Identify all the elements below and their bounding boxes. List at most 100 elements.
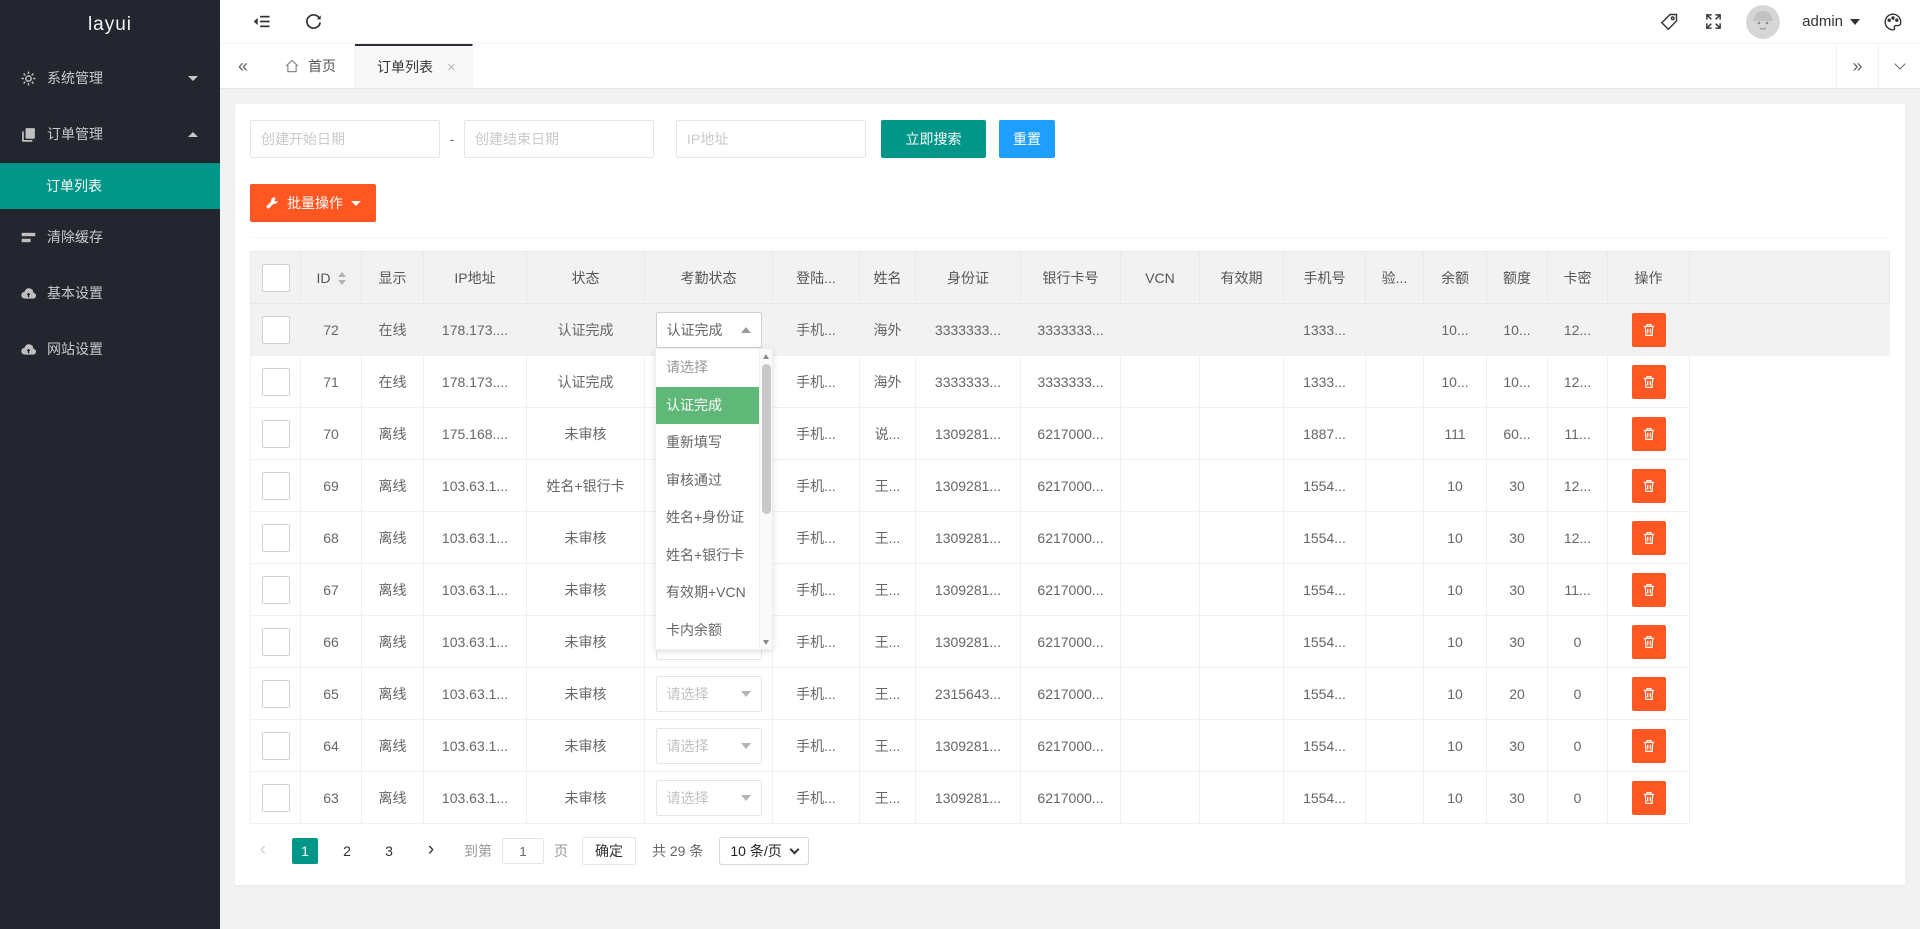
cell-quota: 30 (1487, 460, 1548, 512)
dropdown-option[interactable]: 重新填写 (656, 424, 759, 462)
cell-login: 手机... (773, 460, 860, 512)
tab-home[interactable]: 首页 (266, 44, 355, 88)
row-checkbox[interactable] (262, 524, 290, 552)
delete-button[interactable] (1632, 573, 1666, 607)
sidebar-item-site-settings[interactable]: 网站设置 (0, 321, 220, 377)
ip-address-input[interactable] (676, 120, 866, 158)
cell-name: 王... (860, 512, 916, 564)
batch-operation-button[interactable]: 批量操作 (250, 184, 376, 222)
cell-login: 手机... (773, 720, 860, 772)
row-checkbox[interactable] (262, 628, 290, 656)
pagination-page[interactable]: 2 (334, 838, 360, 864)
dropdown-scrollbar[interactable] (759, 349, 772, 649)
delete-button[interactable] (1632, 469, 1666, 503)
table-row: 66离线103.63.1...未审核请选择手机...王...1309281...… (251, 616, 1890, 668)
dropdown-option[interactable]: 有效期+VCN (656, 574, 759, 612)
reset-button[interactable]: 重置 (999, 120, 1055, 158)
search-button[interactable]: 立即搜索 (881, 120, 986, 158)
dropdown-option[interactable]: 认证完成 (656, 387, 759, 425)
attendance-select[interactable]: 请选择 (656, 728, 762, 764)
delete-button[interactable] (1632, 677, 1666, 711)
select-all-checkbox[interactable] (262, 264, 290, 292)
cell-vcn (1121, 512, 1200, 564)
row-checkbox[interactable] (262, 680, 290, 708)
tag-icon[interactable] (1658, 11, 1680, 33)
cell-bank: 6217000... (1021, 616, 1121, 668)
delete-button[interactable] (1632, 625, 1666, 659)
fullscreen-icon[interactable] (1702, 11, 1724, 33)
column-header-11: 有效期 (1200, 252, 1284, 304)
delete-button[interactable] (1632, 729, 1666, 763)
user-menu[interactable]: admin (1802, 13, 1860, 30)
cell-name: 王... (860, 668, 916, 720)
cell-verify (1366, 564, 1424, 616)
cell-balance: 111 (1424, 408, 1487, 460)
dropdown-option[interactable]: 姓名+银行卡 (656, 537, 759, 575)
scroll-down-icon[interactable] (760, 636, 772, 648)
sidebar-item-system-management[interactable]: 系统管理 (0, 50, 220, 106)
cell-filler (1690, 408, 1890, 460)
column-header-17: 操作 (1608, 252, 1690, 304)
delete-button[interactable] (1632, 365, 1666, 399)
pagination-page[interactable]: 1 (292, 838, 318, 864)
pagination-next[interactable]: › (418, 838, 444, 864)
theme-palette-icon[interactable] (1882, 11, 1904, 33)
cell-login: 手机... (773, 772, 860, 824)
dropdown-option[interactable]: 审核通过 (656, 462, 759, 500)
cell-bank: 3333333... (1021, 356, 1121, 408)
sort-icon[interactable] (338, 272, 346, 285)
scrollbar-thumb[interactable] (762, 364, 771, 514)
row-checkbox[interactable] (262, 316, 290, 344)
chevron-down-icon (789, 845, 799, 855)
row-checkbox[interactable] (262, 732, 290, 760)
refresh-icon[interactable] (302, 11, 324, 33)
cell-login: 手机... (773, 512, 860, 564)
cell-vcn (1121, 408, 1200, 460)
delete-button[interactable] (1632, 417, 1666, 451)
page-size-select[interactable]: 10 条/页 (719, 837, 808, 865)
dropdown-option[interactable]: 姓名+身份证 (656, 499, 759, 537)
delete-button[interactable] (1632, 313, 1666, 347)
pagination-prev[interactable]: ‹ (250, 838, 276, 864)
avatar[interactable] (1746, 5, 1780, 39)
dropdown-option[interactable]: 请选择 (656, 349, 759, 387)
dropdown-option[interactable]: 卡内余额 (656, 612, 759, 650)
tabs-scroll-left-button[interactable]: « (220, 44, 266, 88)
date-start-input[interactable] (250, 120, 440, 158)
tab-order-list[interactable]: 订单列表 × (355, 44, 473, 88)
attendance-select[interactable]: 请选择 (656, 780, 762, 816)
cell-filler (1690, 564, 1890, 616)
tabs-menu-button[interactable] (1878, 44, 1920, 88)
tabs-scroll-right-button[interactable]: » (1836, 44, 1878, 88)
goto-page-input[interactable] (502, 838, 544, 864)
collapse-sidebar-icon[interactable] (250, 11, 272, 33)
delete-button[interactable] (1632, 521, 1666, 555)
pagination-page[interactable]: 3 (376, 838, 402, 864)
cell-name: 王... (860, 720, 916, 772)
cell-idcard: 3333333... (916, 304, 1021, 356)
close-icon[interactable]: × (447, 59, 456, 76)
cell-bank: 3333333... (1021, 304, 1121, 356)
batch-operation-label: 批量操作 (287, 193, 343, 213)
row-checkbox[interactable] (262, 420, 290, 448)
cell-card_secret: 12... (1548, 512, 1608, 564)
cell-quota: 60... (1487, 408, 1548, 460)
cell-status: 未审核 (527, 772, 645, 824)
attendance-select[interactable]: 认证完成 (656, 312, 762, 348)
trash-icon (1641, 634, 1657, 650)
sidebar-item-basic-settings[interactable]: 基本设置 (0, 265, 220, 321)
date-end-input[interactable] (464, 120, 654, 158)
cell-card_secret: 11... (1548, 564, 1608, 616)
delete-button[interactable] (1632, 781, 1666, 815)
confirm-button[interactable]: 确定 (582, 837, 636, 865)
sidebar-item-order-management[interactable]: 订单管理 (0, 106, 220, 162)
column-header-1[interactable]: ID (301, 252, 362, 304)
row-checkbox[interactable] (262, 784, 290, 812)
attendance-select[interactable]: 请选择 (656, 676, 762, 712)
sidebar-item-order-list[interactable]: 订单列表 (0, 162, 220, 209)
sidebar-item-clear-cache[interactable]: 清除缓存 (0, 209, 220, 265)
row-checkbox[interactable] (262, 576, 290, 604)
row-checkbox[interactable] (262, 472, 290, 500)
scroll-up-icon[interactable] (760, 350, 772, 362)
row-checkbox[interactable] (262, 368, 290, 396)
